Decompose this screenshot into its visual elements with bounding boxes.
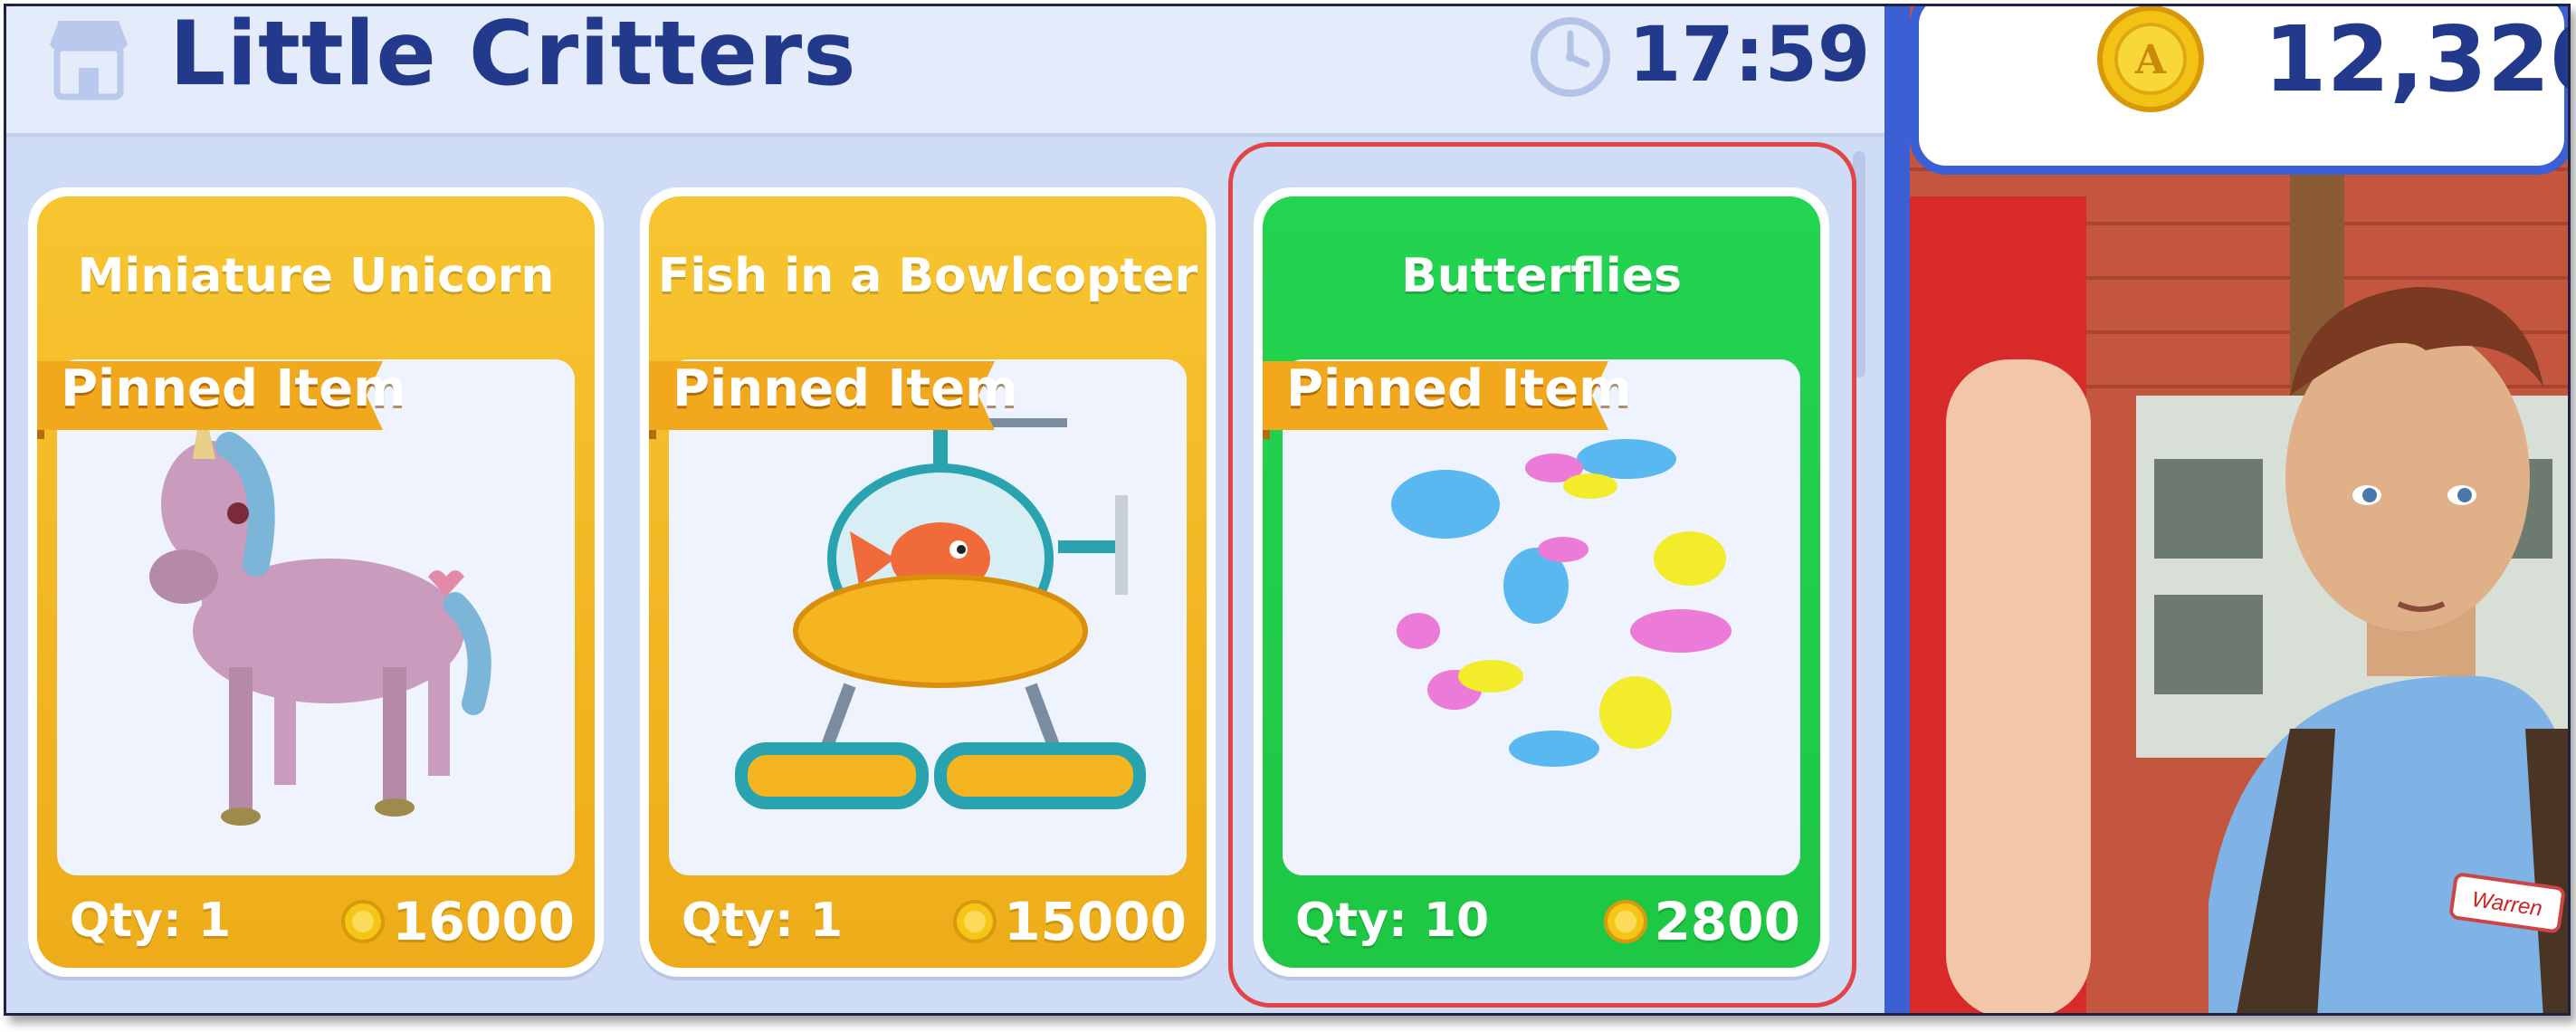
item-name: Miniature Unicorn xyxy=(77,249,555,303)
item-name: Fish in a Bowlcopter xyxy=(657,249,1198,303)
shop-header: Little Critters 17:59 xyxy=(6,6,1884,137)
page-title: Little Critters xyxy=(169,4,857,106)
pinned-item-badge: Pinned Item xyxy=(37,349,405,439)
clock-time: 17:59 xyxy=(1628,10,1871,99)
coin-icon xyxy=(953,900,997,943)
item-card-fish-in-a-bowlcopter[interactable]: Fish in a Bowlcopter Pinned Item Qty: 1 … xyxy=(640,187,1216,977)
panel-divider xyxy=(1884,6,1910,1013)
card-body: Miniature Unicorn Pinned Item Qty: 1 160… xyxy=(37,196,595,968)
coin-icon: A xyxy=(2097,6,2204,112)
item-qty: Qty: 1 xyxy=(70,893,232,948)
svg-text:A: A xyxy=(2134,37,2167,83)
selection-highlight xyxy=(1228,142,1856,1008)
item-card-miniature-unicorn[interactable]: Miniature Unicorn Pinned Item Qty: 1 160… xyxy=(28,187,604,977)
shop-panel: Little Critters 17:59 Miniature Unicorn xyxy=(6,6,1884,1013)
card-body: Fish in a Bowlcopter Pinned Item Qty: 1 … xyxy=(649,196,1207,968)
pinned-item-badge: Pinned Item xyxy=(649,349,1017,439)
coin-balance: 12,320 xyxy=(2264,6,2568,112)
coin-icon xyxy=(341,900,386,943)
item-price: 16000 xyxy=(341,891,575,952)
store-icon xyxy=(50,21,128,100)
game-screen: Little Critters 17:59 Miniature Unicorn xyxy=(4,4,2571,1016)
item-price: 15000 xyxy=(953,891,1187,952)
item-qty: Qty: 1 xyxy=(682,893,844,948)
clock-icon xyxy=(1531,17,1610,97)
